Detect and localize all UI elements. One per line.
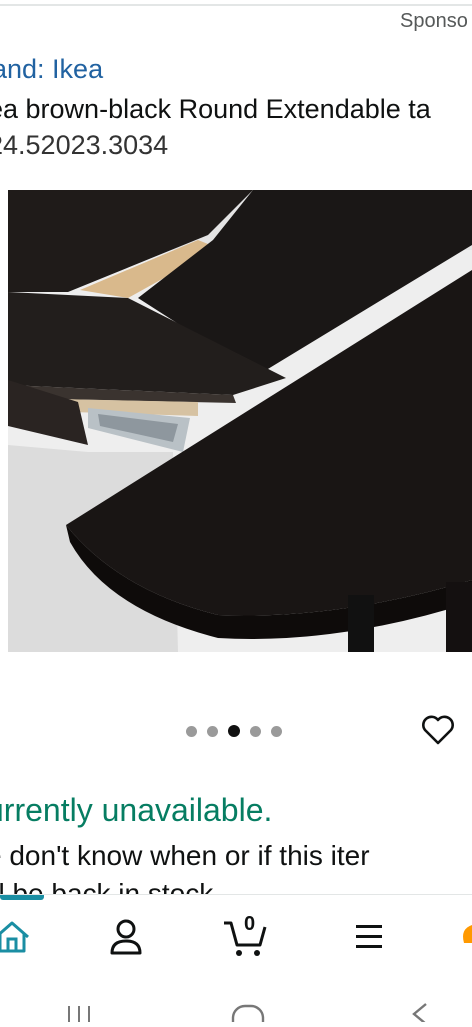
home-circle-icon[interactable] [230, 996, 266, 1027]
bottom-nav: 0 [0, 894, 472, 979]
availability-status: urrently unavailable. [0, 792, 273, 828]
availability-note: e don't know when or if this iter [0, 840, 370, 871]
carousel-dot[interactable] [186, 725, 197, 737]
sponsored-label[interactable]: Sponso [400, 10, 468, 33]
system-nav-bar [0, 978, 472, 1027]
product-image[interactable] [8, 190, 472, 652]
brand-link[interactable]: and: Ikea [0, 54, 103, 85]
account-icon[interactable] [104, 915, 148, 959]
home-icon[interactable] [0, 915, 36, 959]
menu-icon[interactable] [350, 915, 394, 959]
product-subtitle: 24.52023.3034 [0, 130, 169, 160]
top-divider [0, 4, 472, 6]
recents-icon[interactable] [64, 996, 94, 1027]
cart-count: 0 [244, 913, 256, 935]
heart-icon[interactable] [420, 712, 456, 748]
carousel-dot[interactable] [250, 725, 261, 737]
carousel-dots[interactable] [186, 724, 282, 738]
carousel-dot-active[interactable] [228, 725, 240, 737]
product-title: ea brown-black Round Extendable ta [0, 94, 431, 124]
carousel-dot[interactable] [207, 725, 218, 737]
carousel-dot[interactable] [271, 725, 282, 737]
back-icon[interactable] [406, 996, 432, 1027]
nav-active-indicator [0, 895, 44, 900]
availability-note-continued: ill be back in stock [0, 878, 214, 894]
table-photo [8, 190, 472, 652]
cart-icon[interactable]: 0 [222, 913, 267, 959]
rufus-icon[interactable] [460, 915, 472, 959]
